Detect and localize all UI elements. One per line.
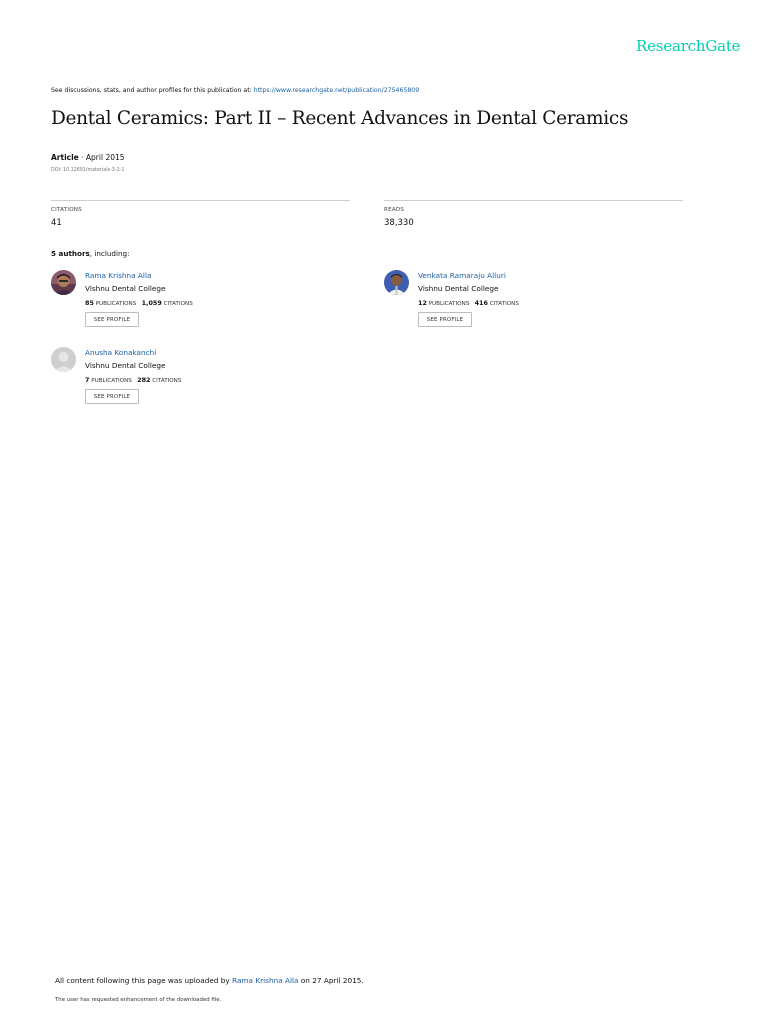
upload-note: All content following this page was uplo… — [55, 976, 364, 985]
author-citations-count: 416 — [474, 299, 488, 307]
researchgate-logo[interactable]: ResearchGate — [636, 37, 741, 55]
person-photo-icon[interactable] — [384, 270, 409, 295]
citations-label: CITATIONS — [487, 301, 519, 307]
author-stats: 12 PUBLICATIONS 416 CITATIONS — [418, 299, 519, 307]
author-publications-count: 12 — [418, 299, 427, 307]
publication-type: Article — [51, 153, 79, 162]
see-profile-button[interactable]: SEE PROFILE — [418, 312, 472, 327]
author-institution: Vishnu Dental College — [418, 284, 499, 293]
default-avatar-icon[interactable] — [51, 347, 76, 372]
publication-title: Dental Ceramics: Part II – Recent Advanc… — [51, 108, 629, 129]
author-name-link[interactable]: Rama Krishna Alla — [85, 271, 151, 280]
author-citations-count: 282 — [137, 376, 151, 384]
upload-suffix: on 27 April 2015. — [298, 976, 364, 985]
author-card: Anusha Konakanchi Vishnu Dental College … — [51, 347, 351, 417]
author-stats: 7 PUBLICATIONS 282 CITATIONS — [85, 376, 181, 384]
reads-label: READS — [384, 207, 405, 213]
enhancement-note: The user has requested enhancement of th… — [55, 997, 222, 1003]
person-photo-icon[interactable] — [51, 270, 76, 295]
author-publications-count: 85 — [85, 299, 94, 307]
authors-heading: 5 authors, including: — [51, 249, 130, 258]
upload-prefix: All content following this page was uplo… — [55, 976, 233, 985]
authors-including: , including: — [89, 249, 130, 258]
reads-divider — [384, 200, 683, 201]
author-stats: 85 PUBLICATIONS 1,059 CITATIONS — [85, 299, 193, 307]
author-name-link[interactable]: Anusha Konakanchi — [85, 348, 156, 357]
publication-doi: DOI: 10.12691/materials-3-2-1 — [51, 168, 125, 173]
citations-divider — [51, 200, 350, 201]
publications-label: PUBLICATIONS — [426, 301, 470, 307]
publications-label: PUBLICATIONS — [89, 378, 132, 384]
author-card: Rama Krishna Alla Vishnu Dental College … — [51, 270, 351, 340]
discussion-line: See discussions, stats, and author profi… — [51, 87, 419, 94]
author-name-link[interactable]: Venkata Ramaraju Alluri — [418, 271, 506, 280]
citations-label: CITATIONS — [161, 301, 193, 307]
publications-label: PUBLICATIONS — [93, 301, 137, 307]
author-citations-count: 1,059 — [141, 299, 162, 307]
citations-count: 41 — [51, 218, 62, 228]
publication-link[interactable]: https://www.researchgate.net/publication… — [254, 87, 419, 94]
citations-label: CITATIONS — [51, 207, 82, 213]
reads-count: 38,330 — [384, 218, 414, 228]
author-card: Venkata Ramaraju Alluri Vishnu Dental Co… — [384, 270, 684, 340]
publication-meta: Article · April 2015 — [51, 153, 125, 162]
citations-label: CITATIONS — [150, 378, 182, 384]
authors-count: 5 authors — [51, 249, 90, 258]
author-institution: Vishnu Dental College — [85, 284, 166, 293]
publication-date: · April 2015 — [78, 153, 125, 162]
author-institution: Vishnu Dental College — [85, 361, 166, 370]
discussion-text: See discussions, stats, and author profi… — [51, 87, 254, 94]
see-profile-button[interactable]: SEE PROFILE — [85, 312, 139, 327]
see-profile-button[interactable]: SEE PROFILE — [85, 389, 139, 404]
uploader-link[interactable]: Rama Krishna Alla — [232, 976, 298, 985]
